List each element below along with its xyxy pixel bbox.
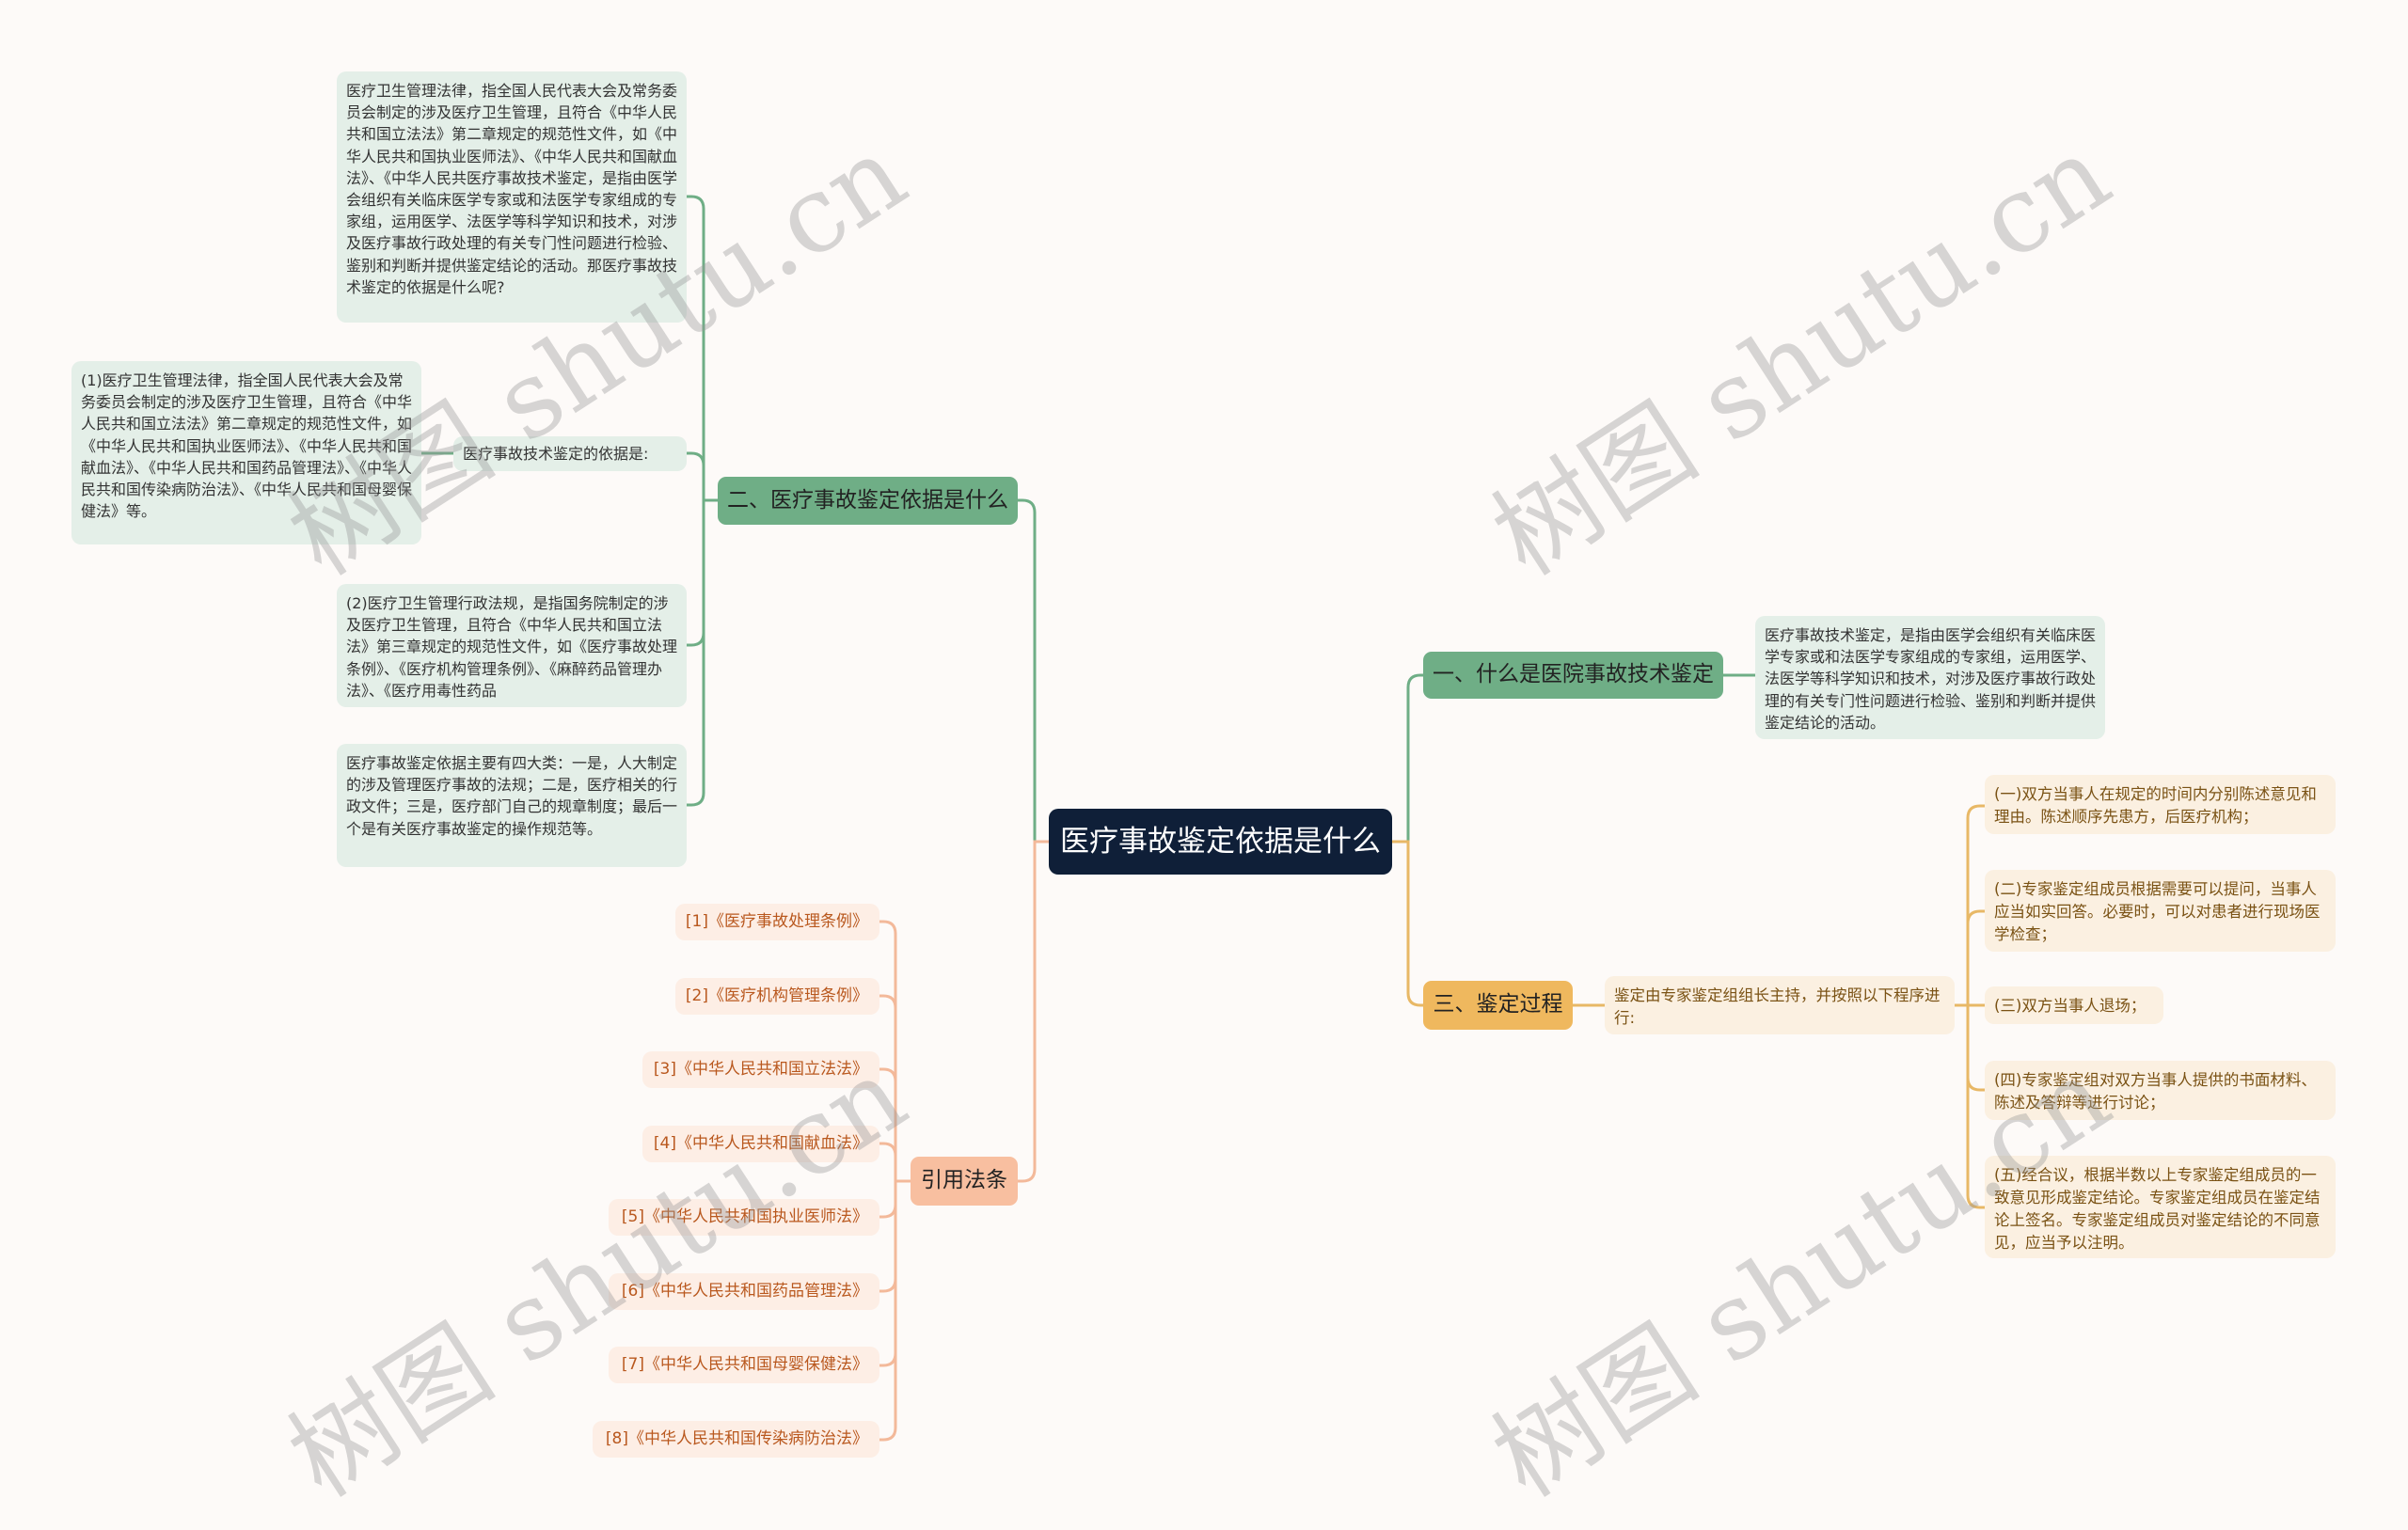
process-intro-note[interactable]: 鉴定由专家鉴定组组长主持，并按照以下程序进行: xyxy=(1605,976,1955,1034)
process-step-4[interactable]: (四)专家鉴定组对双方当事人提供的书面材料、陈述及答辩等进行讨论； xyxy=(1985,1061,2336,1120)
cited-law-1[interactable]: [1]《医疗事故处理条例》 xyxy=(675,904,879,940)
cited-law-3[interactable]: [3]《中华人民共和国立法法》 xyxy=(642,1051,879,1088)
branch-process[interactable]: 三、鉴定过程 xyxy=(1423,981,1573,1030)
connector-root-b4 xyxy=(1016,840,1051,1183)
connector-step-4 xyxy=(1953,1003,1987,1092)
cited-law-8[interactable]: [8]《中华人民共和国传染病防治法》 xyxy=(593,1421,879,1458)
branch-basis[interactable]: 二、医疗事故鉴定依据是什么 xyxy=(718,477,1018,525)
connector-root-b2 xyxy=(1016,498,1051,844)
basis-four-categories-note[interactable]: 医疗事故鉴定依据主要有四大类：一是，人大制定的涉及管理医疗事故的法规；二是，医疗… xyxy=(337,744,687,867)
basis-law-note[interactable]: (1)医疗卫生管理法律，指全国人民代表大会及常务委员会制定的涉及医疗卫生管理，且… xyxy=(71,361,421,544)
definition-note[interactable]: 医疗事故技术鉴定，是指由医学会组织有关临床医学专家或和法医学专家组成的专家组，运… xyxy=(1755,616,2105,739)
cited-law-4[interactable]: [4]《中华人民共和国献血法》 xyxy=(642,1126,879,1162)
branch-cited-laws[interactable]: 引用法条 xyxy=(911,1157,1018,1206)
process-step-2[interactable]: (二)专家鉴定组成员根据需要可以提问，当事人应当如实回答。必要时，可以对患者进行… xyxy=(1985,870,2336,952)
process-step-3[interactable]: (三)双方当事人退场； xyxy=(1985,986,2163,1024)
connector-b2-c1 xyxy=(685,451,720,502)
cited-law-5[interactable]: [5]《中华人民共和国执业医师法》 xyxy=(609,1199,879,1236)
basis-regulation-note[interactable]: (2)医疗卫生管理行政法规，是指国务院制定的涉及医疗卫生管理，且符合《中华人民共… xyxy=(337,584,687,707)
connector-law-8 xyxy=(878,1179,912,1442)
cited-law-6[interactable]: [6]《中华人民共和国药品管理法》 xyxy=(609,1273,879,1310)
cited-law-7[interactable]: [7]《中华人民共和国母婴保健法》 xyxy=(609,1347,879,1383)
connector-root-b3 xyxy=(1390,840,1425,1007)
connector-law-4 xyxy=(878,1142,912,1183)
branch-definition[interactable]: 一、什么是医院事故技术鉴定 xyxy=(1423,652,1723,699)
basis-heading-node[interactable]: 医疗事故技术鉴定的依据是: xyxy=(453,436,687,471)
basis-intro-note[interactable]: 医疗卫生管理法律，指全国人民代表大会及常务委员会制定的涉及医疗卫生管理，且符合《… xyxy=(337,71,687,323)
connector-step-5 xyxy=(1953,1003,1987,1209)
process-step-1[interactable]: (一)双方当事人在规定的时间内分别陈述意见和理由。陈述顺序先患方，后医疗机构； xyxy=(1985,775,2336,834)
connector-step-1 xyxy=(1953,804,1987,1007)
connector-root-b1 xyxy=(1390,673,1425,844)
connector-step-2 xyxy=(1953,909,1987,1007)
process-step-5[interactable]: (五)经合议，根据半数以上专家鉴定组成员的一致意见形成鉴定结论。专家鉴定组成员在… xyxy=(1985,1156,2336,1258)
cited-law-2[interactable]: [2]《医疗机构管理条例》 xyxy=(675,978,879,1015)
connector-b2-c0 xyxy=(685,195,720,502)
root-topic[interactable]: 医疗事故鉴定依据是什么 xyxy=(1049,809,1392,875)
connector-b2-c3 xyxy=(685,498,720,807)
